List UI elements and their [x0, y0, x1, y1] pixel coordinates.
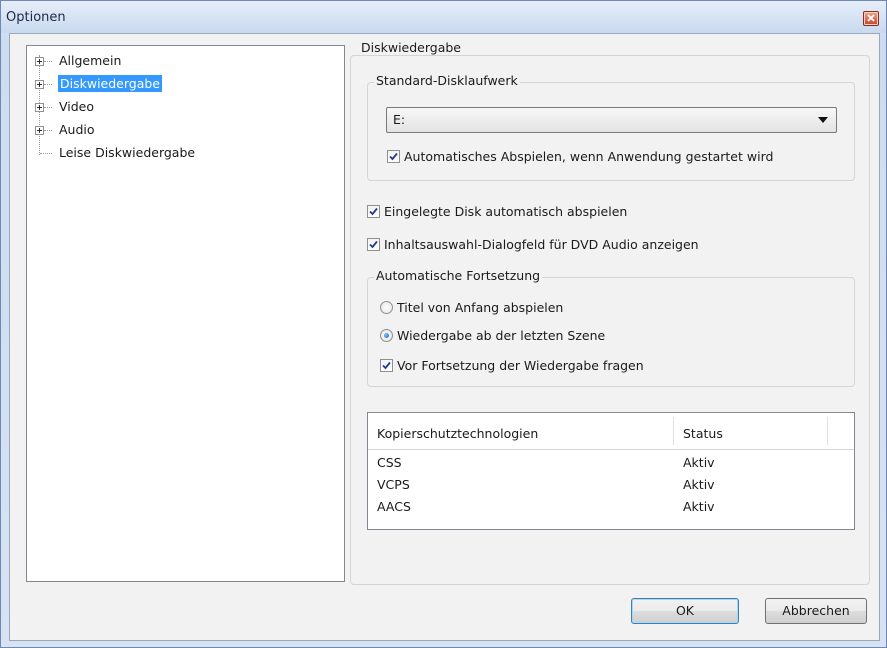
- ask-before-resume-label: Vor Fortsetzung der Wiedergabe fragen: [397, 358, 644, 373]
- tree-item-label: Video: [59, 99, 95, 114]
- checkmark-icon[interactable]: [387, 150, 400, 163]
- tree-item-label: Audio: [59, 122, 95, 137]
- plus-expander-icon[interactable]: [35, 126, 44, 135]
- dvd-audio-dialog-checkbox[interactable]: Inhaltsauswahl-Dialogfeld für DVD Audio …: [367, 237, 699, 252]
- cancel-button[interactable]: Abbrechen: [765, 598, 867, 624]
- tree-connector: [44, 107, 52, 108]
- tree-item-label: Leise Diskwiedergabe: [59, 145, 196, 160]
- radio-resume-last-scene[interactable]: Wiedergabe ab der letzten Szene: [380, 328, 605, 343]
- auto-play-inserted-checkbox[interactable]: Eingelegte Disk automatisch abspielen: [367, 204, 627, 219]
- autoplay-on-start-label: Automatisches Abspielen, wenn Anwendung …: [404, 149, 774, 164]
- options-dialog: Optionen Allgemein Diskwiedergabe Video …: [0, 0, 887, 648]
- resume-group-title: Automatische Fortsetzung: [374, 268, 543, 283]
- drive-select-value: E:: [393, 112, 406, 127]
- close-icon[interactable]: [863, 11, 879, 26]
- category-tree[interactable]: Allgemein Diskwiedergabe Video Audio Lei…: [26, 45, 345, 582]
- chevron-down-icon[interactable]: [818, 117, 828, 123]
- column-header-label: Status: [683, 426, 723, 441]
- tree-connector: [44, 130, 52, 131]
- title-bar[interactable]: Optionen: [1, 1, 886, 33]
- table-cell-technology: CSS: [377, 455, 402, 470]
- plus-expander-icon[interactable]: [35, 57, 44, 66]
- drive-select[interactable]: E:: [386, 107, 837, 133]
- autoplay-on-start-checkbox[interactable]: Automatisches Abspielen, wenn Anwendung …: [387, 149, 773, 164]
- copy-protection-list[interactable]: Kopierschutztechnologien Status CSS Akti…: [367, 412, 855, 530]
- radio-start-label: Titel von Anfang abspielen: [397, 300, 564, 315]
- list-header: Kopierschutztechnologien Status: [368, 413, 854, 450]
- window-title: Optionen: [6, 10, 66, 25]
- dvd-audio-dialog-label: Inhaltsauswahl-Dialogfeld für DVD Audio …: [384, 237, 699, 252]
- radio-icon[interactable]: [380, 301, 393, 314]
- panel-title: Diskwiedergabe: [360, 40, 462, 55]
- table-row[interactable]: VCPS Aktiv: [368, 474, 854, 496]
- radio-selected-icon[interactable]: [380, 329, 393, 342]
- table-cell-status: Aktiv: [683, 455, 715, 470]
- drive-group-title: Standard-Disklaufwerk: [374, 73, 520, 88]
- tree-item-label: Allgemein: [59, 53, 122, 68]
- table-cell-status: Aktiv: [683, 499, 715, 514]
- radio-start-from-beginning[interactable]: Titel von Anfang abspielen: [380, 300, 563, 315]
- column-header-label: Kopierschutztechnologien: [377, 426, 539, 441]
- ok-button[interactable]: OK: [631, 598, 739, 624]
- tree-connector: [40, 153, 52, 154]
- column-divider[interactable]: [827, 417, 828, 445]
- radio-last-scene-label: Wiedergabe ab der letzten Szene: [397, 328, 606, 343]
- checkmark-icon[interactable]: [380, 359, 393, 372]
- plus-expander-icon[interactable]: [35, 80, 44, 89]
- table-cell-technology: AACS: [377, 499, 411, 514]
- tree-item-label: Diskwiedergabe: [58, 75, 162, 92]
- table-row[interactable]: CSS Aktiv: [368, 452, 854, 474]
- dialog-body: Allgemein Diskwiedergabe Video Audio Lei…: [9, 33, 880, 641]
- checkmark-icon[interactable]: [367, 238, 380, 251]
- tree-connector: [44, 84, 52, 85]
- table-cell-status: Aktiv: [683, 477, 715, 492]
- table-row[interactable]: AACS Aktiv: [368, 496, 854, 518]
- plus-expander-icon[interactable]: [35, 103, 44, 112]
- column-header-technology[interactable]: Kopierschutztechnologien: [368, 413, 673, 449]
- checkmark-icon[interactable]: [367, 205, 380, 218]
- table-cell-technology: VCPS: [377, 477, 410, 492]
- tree-connector: [44, 61, 52, 62]
- column-header-status[interactable]: Status: [674, 413, 827, 449]
- ask-before-resume-checkbox[interactable]: Vor Fortsetzung der Wiedergabe fragen: [380, 358, 644, 373]
- auto-play-inserted-label: Eingelegte Disk automatisch abspielen: [384, 204, 628, 219]
